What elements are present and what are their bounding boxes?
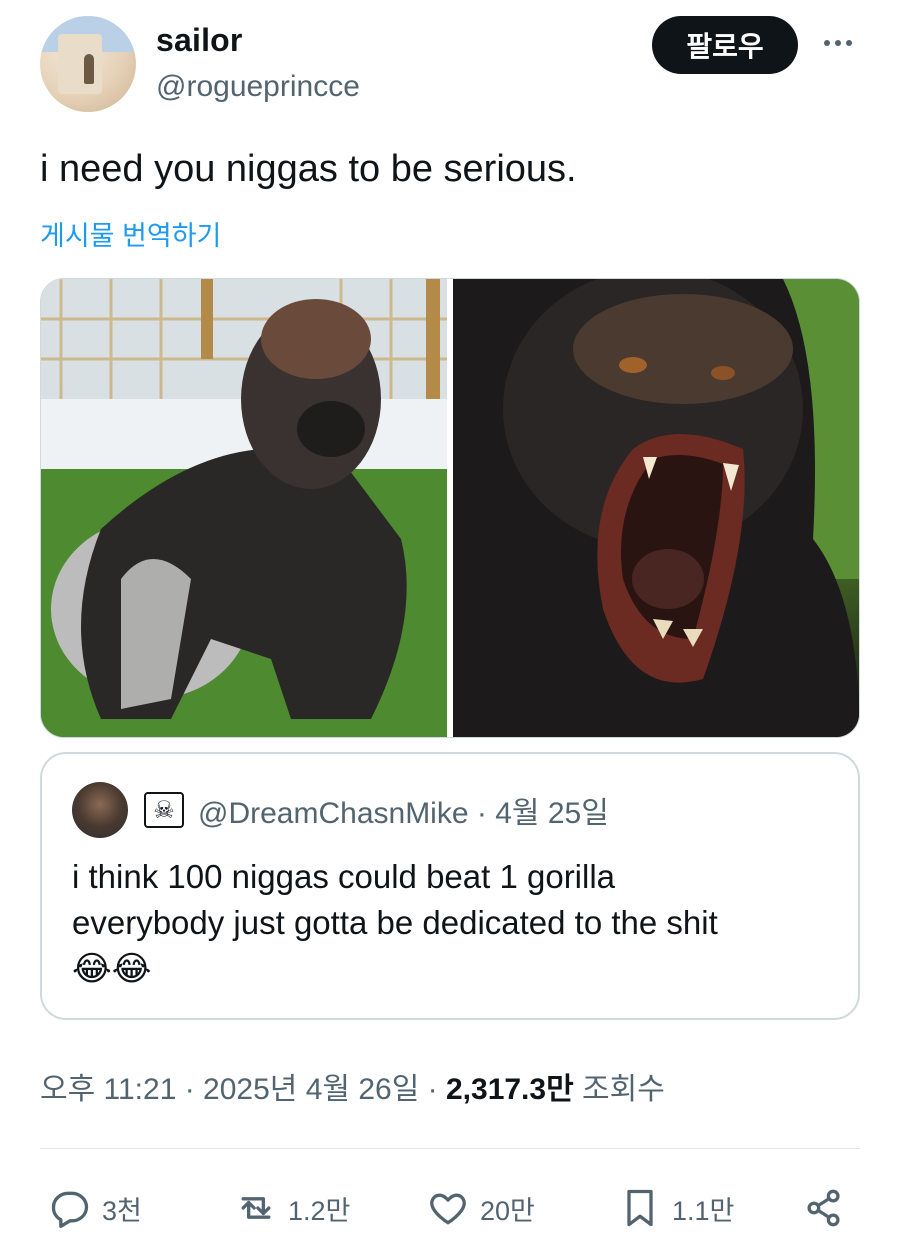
bookmark-count: 1.1만 [672,1195,735,1226]
gorilla-yawning-illustration [453,279,859,737]
reply-button[interactable]: 3천 [48,1176,142,1240]
quoted-handle[interactable]: @DreamChasnMike [198,797,469,830]
meta-separator: · [476,797,496,830]
tweet-header: sailor @rogueprincce 팔로우 [40,16,860,116]
tweet-timestamp[interactable]: 오후 11:21 · 2025년 4월 26일 [40,1073,419,1106]
share-button[interactable] [802,1176,846,1240]
translate-link[interactable]: 게시물 번역하기 [40,214,221,253]
retweet-button[interactable]: 1.2만 [234,1176,350,1240]
bookmark-button[interactable]: 1.1만 [618,1176,734,1240]
jolly-roger-icon: ☠ [144,792,184,828]
author-name[interactable]: sailor [156,22,243,59]
reply-icon [51,1191,89,1228]
quoted-text-line2: everybody just gotta be dedicated to the… [72,904,718,941]
tweet-text: i need you niggas to be serious. [40,148,577,190]
quoted-author-avatar[interactable] [72,782,128,838]
quoted-tweet[interactable]: ☠ @DreamChasnMike · 4월 25일 i think 100 n… [40,752,860,1020]
quoted-emoji: 😂😂 [72,950,152,988]
like-icon [430,1193,466,1225]
author-handle[interactable]: @rogueprincce [156,70,360,104]
action-bar: 3천 1.2만 20만 1.1만 [40,1176,860,1240]
gorilla-yawning-image[interactable] [453,279,859,737]
gorilla-walking-image[interactable] [41,279,447,737]
more-icon[interactable] [818,28,858,58]
like-count: 20만 [480,1195,535,1226]
like-button[interactable]: 20만 [426,1176,535,1240]
quoted-text: i think 100 niggas could beat 1 gorilla … [72,854,832,992]
quoted-date[interactable]: 4월 25일 [495,797,609,830]
quoted-meta: @DreamChasnMike · 4월 25일 [198,788,609,832]
views-count[interactable]: 2,317.3만 [446,1073,574,1106]
views-label: 조회수 [582,1073,665,1106]
tweet-media[interactable] [40,278,860,738]
retweet-count: 1.2만 [288,1195,351,1226]
author-avatar[interactable] [40,16,136,112]
share-icon [807,1189,840,1227]
gorilla-walking-illustration [41,279,447,737]
retweet-icon [241,1197,271,1219]
follow-button[interactable]: 팔로우 [652,16,798,74]
tweet-meta: 오후 11:21 · 2025년 4월 26일 · 2,317.3만 조회수 [40,1064,665,1108]
divider [40,1148,860,1149]
meta-separator: · [427,1073,446,1106]
reply-count: 3천 [102,1195,142,1226]
bookmark-icon [627,1189,653,1227]
quoted-text-line1: i think 100 niggas could beat 1 gorilla [72,858,616,895]
